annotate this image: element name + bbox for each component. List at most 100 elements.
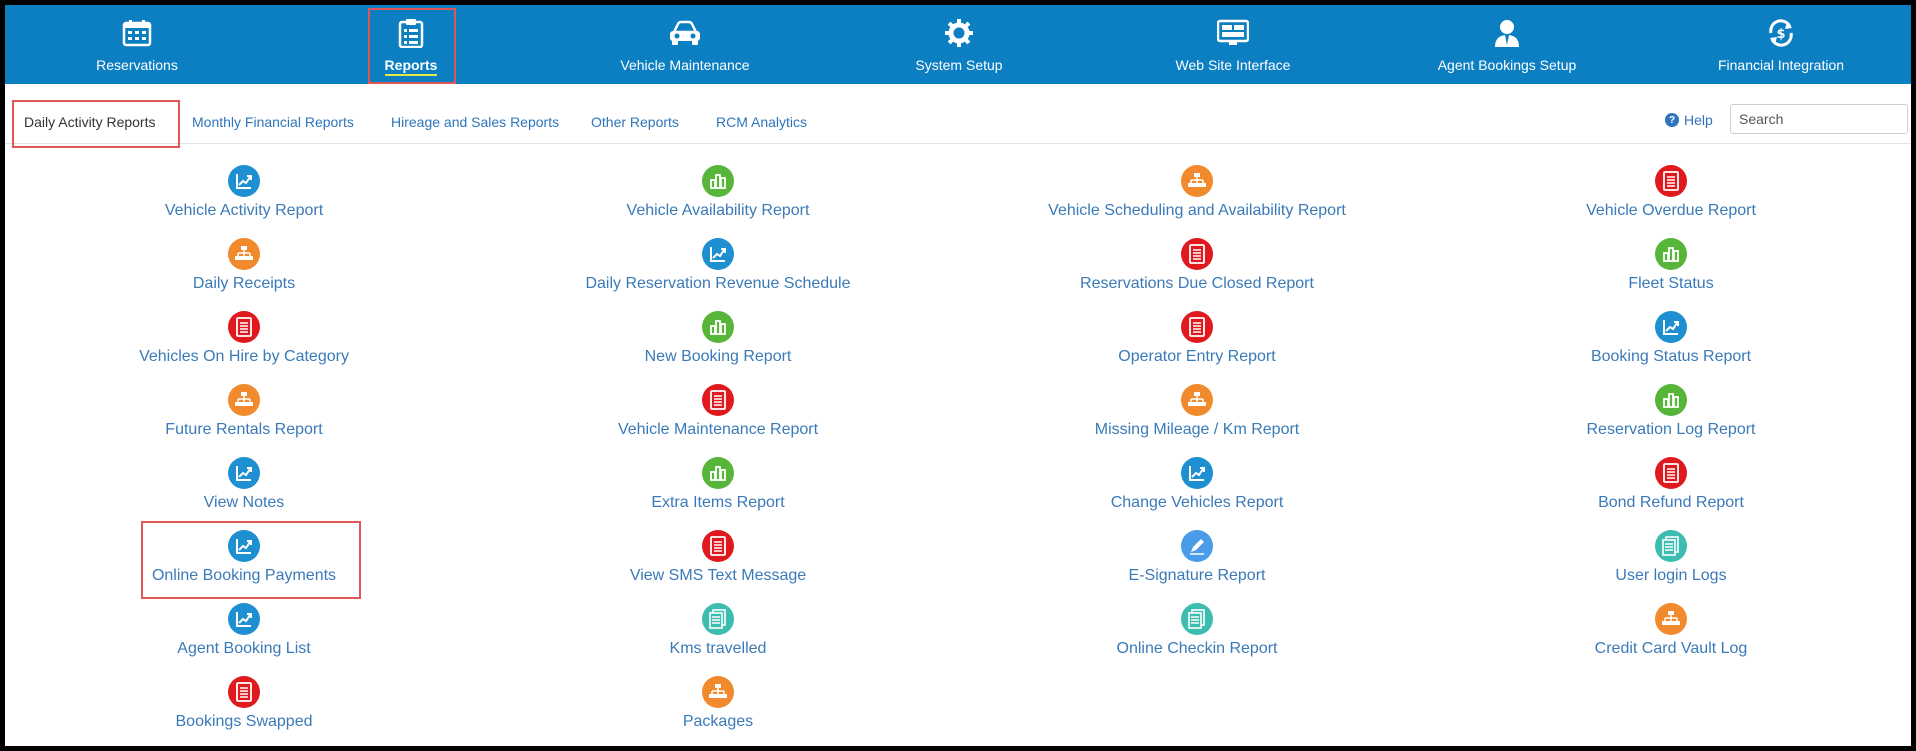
hierarchy-icon [228,238,260,270]
nav-web-site-interface[interactable]: Web Site Interface [1108,5,1358,84]
report-label: Bond Refund Report [1598,494,1744,511]
report-label: Daily Reservation Revenue Schedule [585,275,851,292]
report-label: Reservation Log Report [1586,421,1756,438]
report-label: Vehicle Overdue Report [1586,202,1756,219]
report-label: Online Booking Payments [151,567,337,584]
report-label: Agent Booking List [177,640,311,657]
report-label: Vehicle Availability Report [626,202,810,219]
top-navigation-bar: Reservations Reports Vehicle Maintenance… [5,5,1911,84]
report-online-checkin[interactable]: Online Checkin Report [997,603,1397,658]
car-icon [669,17,701,49]
report-e-signature[interactable]: E-Signature Report [997,530,1397,585]
report-fleet-status[interactable]: Fleet Status [1471,238,1871,293]
nav-agent-bookings-setup[interactable]: Agent Bookings Setup [1382,5,1632,84]
report-booking-status[interactable]: Booking Status Report [1471,311,1871,366]
report-new-booking[interactable]: New Booking Report [518,311,918,366]
report-label: View SMS Text Message [629,567,807,584]
report-vehicle-availability[interactable]: Vehicle Availability Report [518,165,918,220]
report-reservation-log[interactable]: Reservation Log Report [1471,384,1871,439]
report-daily-receipts[interactable]: Daily Receipts [44,238,444,293]
report-daily-reservation-revenue-schedule[interactable]: Daily Reservation Revenue Schedule [518,238,918,293]
nav-label: Vehicle Maintenance [620,57,750,73]
bar-chart-icon [702,457,734,489]
report-label: Booking Status Report [1590,348,1752,365]
chart-line-icon [228,603,260,635]
dollar-sync-icon: $ [1765,17,1797,49]
tab-other-reports[interactable]: Other Reports [591,114,679,130]
report-category-tabs: Daily Activity Reports Monthly Financial… [5,84,1911,148]
user-icon [1491,17,1523,49]
tab-monthly-financial-reports[interactable]: Monthly Financial Reports [192,114,354,130]
hierarchy-icon [702,676,734,708]
report-view-notes[interactable]: View Notes [44,457,444,512]
report-vehicle-scheduling-and-availability[interactable]: Vehicle Scheduling and Availability Repo… [997,165,1397,220]
report-label: E-Signature Report [1128,567,1266,584]
chart-line-icon [228,457,260,489]
report-label: Credit Card Vault Log [1594,640,1748,657]
document-icon [1181,311,1213,343]
hierarchy-icon [1181,165,1213,197]
report-operator-entry[interactable]: Operator Entry Report [997,311,1397,366]
nav-reports[interactable]: Reports [286,5,536,84]
report-bookings-swapped[interactable]: Bookings Swapped [44,676,444,731]
report-reservations-due-closed[interactable]: Reservations Due Closed Report [997,238,1397,293]
report-label: Vehicle Scheduling and Availability Repo… [1048,202,1346,219]
nav-label: Reports [384,57,438,76]
report-view-sms-text-message[interactable]: View SMS Text Message [518,530,918,585]
help-label: Help [1684,112,1713,128]
report-vehicles-on-hire-by-category[interactable]: Vehicles On Hire by Category [44,311,444,366]
chart-line-icon [1181,457,1213,489]
report-bond-refund[interactable]: Bond Refund Report [1471,457,1871,512]
report-missing-mileage-km[interactable]: Missing Mileage / Km Report [997,384,1397,439]
report-label: Online Checkin Report [1116,640,1278,657]
report-packages[interactable]: Packages [518,676,918,731]
tab-daily-activity-reports[interactable]: Daily Activity Reports [24,114,155,130]
report-extra-items[interactable]: Extra Items Report [518,457,918,512]
report-user-login-logs[interactable]: User login Logs [1471,530,1871,585]
nav-financial-integration[interactable]: $ Financial Integration [1656,5,1906,84]
nav-label: Web Site Interface [1175,57,1291,73]
report-label: Packages [682,713,754,730]
question-icon: ? [1665,113,1679,127]
report-kms-travelled[interactable]: Kms travelled [518,603,918,658]
gear-icon [943,17,975,49]
report-vehicle-maintenance[interactable]: Vehicle Maintenance Report [518,384,918,439]
document-icon [1655,165,1687,197]
document-icon [1655,457,1687,489]
search-input[interactable] [1730,104,1908,134]
report-label: Fleet Status [1628,275,1714,292]
document-icon [702,530,734,562]
report-label: Change Vehicles Report [1110,494,1284,511]
help-link[interactable]: ? Help [1665,112,1713,128]
report-vehicle-activity[interactable]: Vehicle Activity Report [44,165,444,220]
report-vehicle-overdue[interactable]: Vehicle Overdue Report [1471,165,1871,220]
report-label: View Notes [203,494,285,511]
nav-label: Agent Bookings Setup [1437,57,1577,73]
tab-hireage-and-sales-reports[interactable]: Hireage and Sales Reports [391,114,559,130]
nav-system-setup[interactable]: System Setup [834,5,1084,84]
report-label: Vehicle Activity Report [164,202,324,219]
calendar-icon [121,17,153,49]
document-icon [228,676,260,708]
list-document-icon [1181,603,1213,635]
report-label: Vehicle Maintenance Report [617,421,819,438]
nav-vehicle-maintenance[interactable]: Vehicle Maintenance [560,5,810,84]
pen-icon [1181,530,1213,562]
report-agent-booking-list[interactable]: Agent Booking List [44,603,444,658]
report-future-rentals[interactable]: Future Rentals Report [44,384,444,439]
report-change-vehicles[interactable]: Change Vehicles Report [997,457,1397,512]
chart-line-icon [702,238,734,270]
report-credit-card-vault-log[interactable]: Credit Card Vault Log [1471,603,1871,658]
svg-text:$: $ [1776,27,1785,42]
report-label: Extra Items Report [651,494,785,511]
report-label: New Booking Report [644,348,792,365]
nav-reservations[interactable]: Reservations [12,5,262,84]
report-label: User login Logs [1615,567,1727,584]
tab-rcm-analytics[interactable]: RCM Analytics [716,114,807,130]
app-window: Reservations Reports Vehicle Maintenance… [0,0,1916,751]
bar-chart-icon [1655,384,1687,416]
report-online-booking-payments[interactable]: Online Booking Payments [44,530,444,585]
clipboard-icon [395,17,427,49]
bar-chart-icon [702,165,734,197]
report-label: Vehicles On Hire by Category [139,348,349,365]
